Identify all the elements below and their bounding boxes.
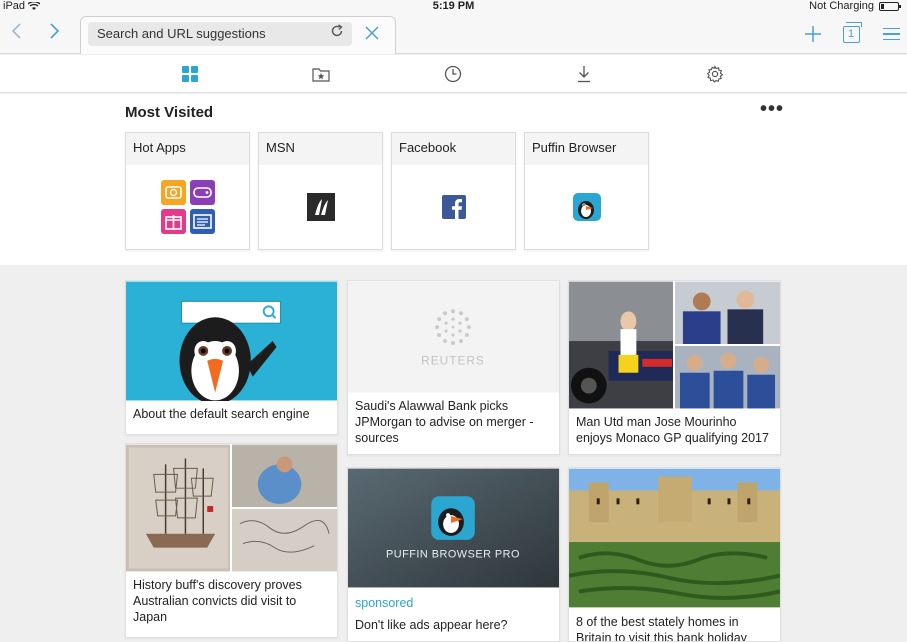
most-visited-title: Most Visited [125, 104, 214, 121]
home-grid-button[interactable] [179, 63, 201, 85]
downloads-button[interactable] [573, 63, 595, 85]
menu-icon-line [882, 38, 900, 41]
tile-label: Facebook [392, 133, 515, 165]
sponsored-label: sponsored [355, 596, 414, 610]
tile-facebook[interactable]: Facebook [391, 132, 516, 250]
close-tab-button[interactable] [362, 21, 382, 45]
puffin-icon [572, 193, 601, 221]
chevron-left-icon [11, 23, 21, 39]
menu-icon-line [882, 27, 900, 30]
forward-button[interactable] [44, 22, 66, 44]
tab-count: 1 [842, 21, 862, 43]
chevron-right-icon [50, 23, 60, 39]
tabs-button[interactable]: 1 [840, 20, 862, 48]
card-caption: 8 of the best stately homes in Britain t… [576, 615, 747, 642]
close-icon [365, 26, 379, 40]
card-caption: Don't like ads appear here? [355, 618, 508, 632]
news-card-alawwal-bank[interactable]: REUTERS Saudi's Alawwal Bank picks JPMor… [347, 280, 560, 455]
stately-home-image [569, 468, 780, 608]
hot-apps-icon [160, 180, 215, 234]
battery-icon [879, 2, 901, 11]
news-card-history-buff[interactable]: History buff's discovery proves Australi… [125, 443, 338, 638]
card-caption: About the default search engine [133, 407, 310, 421]
browser-toolbar: Search and URL suggestions 1 [0, 14, 907, 54]
convict-drawings-image [126, 444, 337, 572]
tile-label: MSN [259, 133, 382, 165]
gear-icon [706, 65, 724, 83]
most-visited-section: Most Visited ••• Hot Apps MSN Facebook P… [0, 94, 907, 265]
banner-text: PUFFIN BROWSER PRO [386, 549, 520, 561]
tile-hot-apps[interactable]: Hot Apps [125, 132, 250, 250]
sponsored-card-puffin-pro[interactable]: PUFFIN BROWSER PRO sponsored Don't like … [347, 467, 560, 642]
grid-icon [182, 66, 198, 82]
news-card-mourinho[interactable]: Man Utd man Jose Mourinho enjoys Monaco … [568, 280, 781, 455]
reload-icon[interactable] [330, 22, 344, 46]
msn-icon [306, 193, 335, 221]
settings-button[interactable] [704, 63, 726, 85]
menu-icon-line [882, 33, 900, 35]
history-button[interactable] [442, 63, 464, 85]
new-tab-button[interactable] [801, 20, 825, 48]
bookmark-folder-icon [312, 68, 330, 82]
tile-puffin-browser[interactable]: Puffin Browser [524, 132, 649, 250]
card-caption: Man Utd man Jose Mourinho enjoys Monaco … [576, 415, 769, 445]
clock-icon [444, 65, 462, 83]
news-card-search-engine[interactable]: About the default search engine [125, 280, 338, 435]
battery-status: Not Charging [809, 0, 874, 12]
puffin-pro-banner: PUFFIN BROWSER PRO [348, 468, 559, 588]
news-card-stately-homes[interactable]: 8 of the best stately homes in Britain t… [568, 467, 781, 642]
facebook-icon [441, 195, 466, 219]
reuters-logo: REUTERS [421, 354, 485, 368]
download-icon [578, 66, 590, 83]
monaco-gp-photos [569, 281, 780, 409]
back-button[interactable] [5, 22, 27, 44]
tile-label: Hot Apps [126, 133, 249, 165]
tile-msn[interactable]: MSN [258, 132, 383, 250]
url-input[interactable]: Search and URL suggestions [88, 22, 352, 46]
reuters-image: REUTERS [348, 281, 559, 393]
puffin-search-image [126, 281, 337, 401]
card-caption: History buff's discovery proves Australi… [133, 578, 302, 624]
bookmarks-button[interactable] [310, 63, 332, 85]
tile-label: Puffin Browser [525, 133, 648, 165]
card-caption: Saudi's Alawwal Bank picks JPMorgan to a… [355, 399, 534, 445]
home-icon-row [0, 55, 907, 93]
menu-button[interactable] [880, 20, 902, 48]
status-bar: iPad 5:19 PM Not Charging [0, 0, 907, 14]
plus-icon [805, 26, 821, 42]
url-placeholder: Search and URL suggestions [97, 26, 266, 41]
status-time: 5:19 PM [432, 0, 475, 12]
more-options-button[interactable]: ••• [760, 98, 784, 121]
